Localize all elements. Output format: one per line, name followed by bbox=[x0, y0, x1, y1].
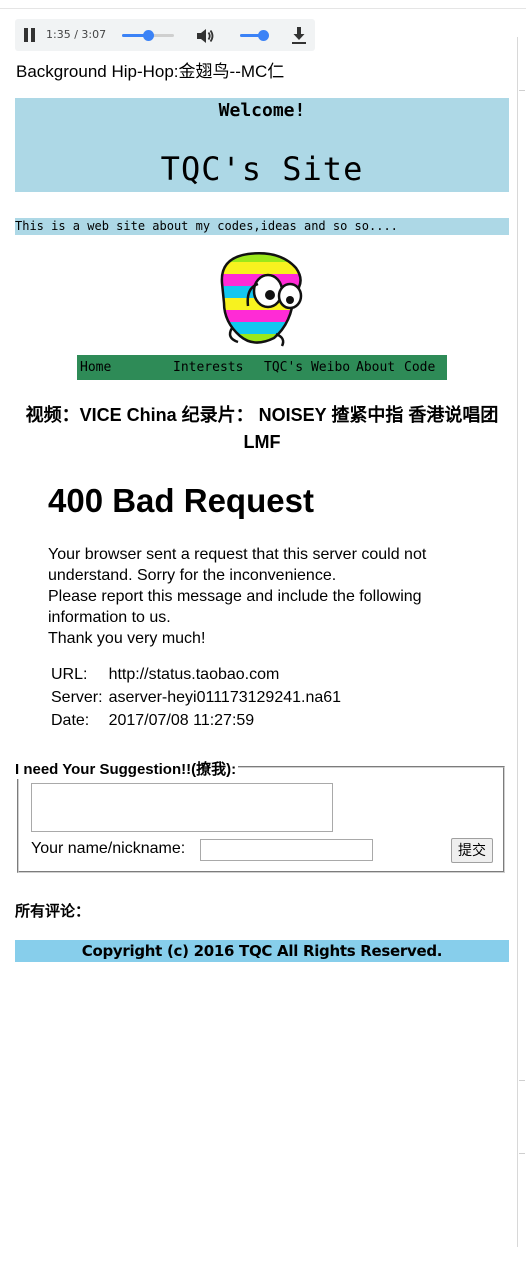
comments-heading: 所有评论： bbox=[15, 903, 91, 920]
volume-icon[interactable] bbox=[195, 26, 215, 46]
detail-value: aserver-heyi011173129241.na61 bbox=[108, 689, 342, 706]
detail-key: Date: bbox=[51, 712, 90, 729]
nav-code-link[interactable]: Code bbox=[404, 360, 435, 375]
submit-button[interactable]: 提交 bbox=[451, 838, 493, 863]
footer-copyright: Copyright (c) 2016 TQC All Rights Reserv… bbox=[15, 940, 509, 962]
detail-key: Server: bbox=[51, 689, 103, 706]
nav-home-link[interactable]: Home bbox=[80, 360, 111, 375]
background-music-label: Background Hip-Hop:金翅鸟--MC仁 bbox=[16, 62, 285, 81]
nav-about-link[interactable]: About bbox=[356, 360, 395, 375]
audio-time: 1:35 / 3:07 bbox=[46, 28, 107, 41]
pause-icon[interactable] bbox=[23, 28, 37, 42]
table-row: URL: http://status.taobao.com bbox=[48, 666, 344, 689]
site-logo bbox=[220, 252, 303, 347]
error-message: Your browser sent a request that this se… bbox=[48, 544, 478, 649]
table-row: Date: 2017/07/08 11:27:59 bbox=[48, 712, 344, 735]
table-row: Server: aserver-heyi011173129241.na61 bbox=[48, 689, 344, 712]
detail-key: URL: bbox=[51, 666, 88, 683]
nav-interests-link[interactable]: Interests bbox=[173, 360, 243, 375]
seek-slider[interactable] bbox=[122, 30, 174, 41]
scrollbar-track[interactable] bbox=[517, 37, 518, 1247]
volume-slider[interactable] bbox=[240, 30, 270, 41]
error-heading: 400 Bad Request bbox=[48, 482, 314, 519]
suggestion-legend: I need Your Suggestion!!(撩我): bbox=[13, 758, 239, 779]
seek-handle[interactable] bbox=[143, 30, 155, 41]
site-header: Welcome! TQC's Site bbox=[15, 98, 509, 192]
detail-value: http://status.taobao.com bbox=[108, 666, 280, 683]
error-details-table: URL: http://status.taobao.com Server: as… bbox=[48, 666, 344, 735]
scrollbar-marker bbox=[519, 1153, 525, 1154]
audio-player[interactable]: 1:35 / 3:07 bbox=[15, 19, 315, 51]
name-input[interactable] bbox=[200, 839, 373, 861]
welcome-text: Welcome! bbox=[218, 100, 306, 121]
name-label: Your name/nickname: bbox=[31, 840, 186, 857]
error-message-line: Please report this message and include t… bbox=[48, 588, 422, 626]
video-embed-frame[interactable]: 400 Bad Request Your browser sent a requ… bbox=[30, 470, 500, 735]
error-message-line: Thank you very much! bbox=[48, 630, 206, 647]
download-icon[interactable] bbox=[290, 25, 308, 45]
nav-weibo-link[interactable]: TQC's Weibo bbox=[264, 360, 350, 375]
video-title: 视频：VICE China 纪录片： NOISEY 揸紧中指 香港说唱团LMF bbox=[25, 405, 499, 452]
volume-handle[interactable] bbox=[258, 30, 270, 41]
site-description: This is a web site about my codes,ideas … bbox=[15, 218, 509, 235]
detail-value: 2017/07/08 11:27:59 bbox=[108, 712, 255, 729]
scrollbar-marker bbox=[519, 1080, 525, 1081]
site-title: TQC's Site bbox=[160, 150, 364, 188]
scrollbar-marker bbox=[519, 90, 525, 91]
main-nav: Home Interests TQC's Weibo About Code bbox=[77, 355, 447, 380]
suggestion-textarea[interactable] bbox=[31, 783, 333, 832]
browser-top-border bbox=[0, 8, 526, 9]
error-message-line: Your browser sent a request that this se… bbox=[48, 546, 427, 584]
